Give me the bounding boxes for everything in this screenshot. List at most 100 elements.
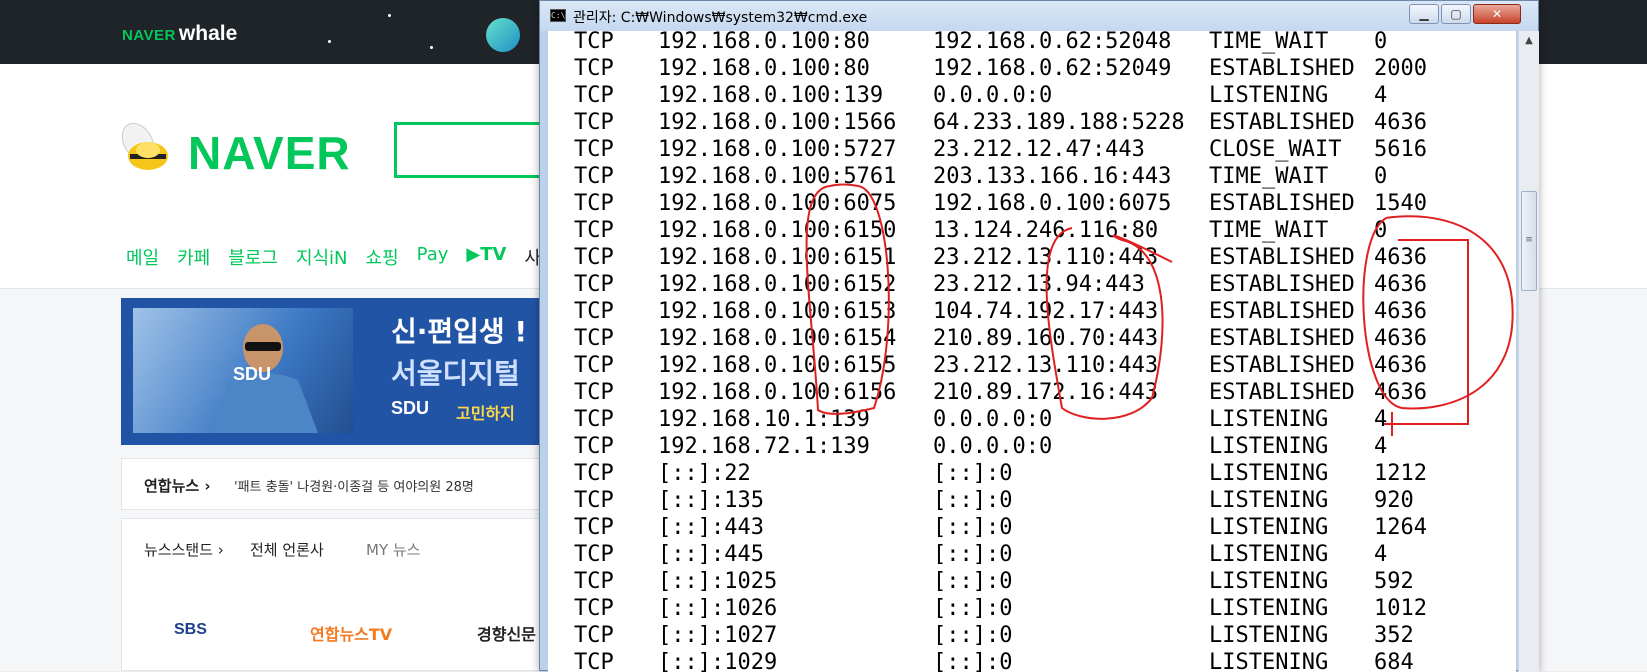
netstat-protocol: TCP	[574, 245, 614, 270]
whale-logo: NAVER whale	[122, 22, 237, 46]
nav-shopping[interactable]: 쇼핑	[366, 244, 399, 270]
window-titlebar[interactable]: C:\ 관리자: C:₩Windows₩system32₩cmd.exe ▁ ▢…	[540, 1, 1538, 31]
ad-brand-logo: SDU	[391, 398, 430, 418]
console-output[interactable]: TCP 192.168.0.100:80 192.168.0.62:52048 TIM…	[548, 31, 1516, 672]
search-input[interactable]	[394, 122, 554, 178]
netstat-protocol: TCP	[574, 137, 614, 162]
netstat-pid: 4636	[1374, 353, 1427, 378]
netstat-pid: 1540	[1374, 191, 1427, 216]
decor-star	[328, 40, 331, 43]
netstat-local-address: 192.168.0.100:6150	[658, 218, 897, 243]
netstat-protocol: TCP	[574, 407, 614, 432]
scroll-thumb[interactable]: ≡	[1521, 191, 1537, 291]
netstat-protocol: TCP	[574, 515, 614, 540]
netstat-local-address: 192.168.0.100:6075	[658, 191, 897, 216]
netstat-local-address: 192.168.0.100:6151	[658, 245, 897, 270]
netstat-protocol: TCP	[574, 542, 614, 567]
naver-mascot-icon	[121, 122, 168, 170]
netstat-pid: 4636	[1374, 245, 1427, 270]
netstat-local-address: [::]:1026	[658, 596, 778, 621]
netstat-local-address: 192.168.0.100:6156	[658, 380, 897, 405]
nav-blog[interactable]: 블로그	[228, 244, 278, 270]
maximize-button[interactable]: ▢	[1441, 4, 1471, 24]
netstat-foreign-address: 210.89.160.70:443	[933, 326, 1159, 351]
netstat-foreign-address: 210.89.172.16:443	[933, 380, 1159, 405]
netstat-foreign-address: 104.74.192.17:443	[933, 299, 1159, 324]
netstat-protocol: TCP	[574, 191, 614, 216]
netstat-foreign-address: 0.0.0.0:0	[933, 434, 1053, 459]
netstat-state: LISTENING	[1209, 542, 1329, 567]
nav-mail[interactable]: 메일	[126, 244, 159, 270]
netstat-state: LISTENING	[1209, 650, 1329, 672]
netstat-foreign-address: [::]:0	[933, 461, 1013, 486]
ad-headline: 신·편입생 !	[391, 315, 528, 348]
vertical-scrollbar[interactable]: ▲ ≡	[1518, 31, 1539, 672]
ad-tagline: 고민하지	[456, 404, 515, 423]
news-headline-link[interactable]: '패트 충돌' 나경원·이종걸 등 여야의원 28명	[234, 476, 474, 495]
tab-all-press[interactable]: 전체 언론사	[250, 539, 324, 560]
press-yonhapnewstv-logo[interactable]: 연합뉴스TV	[310, 621, 392, 645]
netstat-local-address: 192.168.10.1:139	[658, 407, 870, 432]
press-sbs-logo[interactable]: SBS	[174, 621, 207, 639]
netstat-foreign-address: 192.168.0.62:52049	[933, 56, 1172, 81]
netstat-local-address: 192.168.72.1:139	[658, 434, 870, 459]
netstat-local-address: 192.168.0.100:80	[658, 31, 870, 54]
netstat-foreign-address: 0.0.0.0:0	[933, 407, 1053, 432]
naver-logo[interactable]: NAVER	[188, 126, 351, 180]
netstat-foreign-address: 0.0.0.0:0	[933, 83, 1053, 108]
nav-tv[interactable]: ▶TV	[466, 244, 506, 270]
nav-pay[interactable]: Pay	[417, 244, 449, 270]
netstat-foreign-address: [::]:0	[933, 515, 1013, 540]
netstat-pid: 4636	[1374, 380, 1427, 405]
nav-kin[interactable]: 지식iN	[296, 244, 348, 270]
netstat-state: TIME_WAIT	[1209, 164, 1329, 189]
netstat-protocol: TCP	[574, 380, 614, 405]
news-ticker[interactable]: 연합뉴스 › '패트 충돌' 나경원·이종걸 등 여야의원 28명	[121, 458, 561, 510]
netstat-state: LISTENING	[1209, 515, 1329, 540]
nav-cafe[interactable]: 카페	[177, 244, 210, 270]
whale-logo-whale: whale	[178, 22, 238, 45]
close-button[interactable]: ✕	[1473, 4, 1521, 24]
tab-my-news[interactable]: MY 뉴스	[366, 539, 420, 560]
netstat-local-address: 192.168.0.100:6154	[658, 326, 897, 351]
netstat-local-address: 192.168.0.100:80	[658, 56, 870, 81]
netstat-local-address: 192.168.0.100:139	[658, 83, 884, 108]
netstat-pid: 1264	[1374, 515, 1427, 540]
netstat-state: ESTABLISHED	[1209, 272, 1355, 297]
netstat-pid: 4	[1374, 542, 1388, 567]
netstat-pid: 4636	[1374, 110, 1427, 135]
naver-service-nav: 메일 카페 블로그 지식iN 쇼핑 Pay ▶TV 사	[126, 244, 541, 270]
netstat-protocol: TCP	[574, 164, 614, 189]
netstat-foreign-address: 23.212.13.110:443	[933, 353, 1159, 378]
ad-banner[interactable]: SDU 신·편입생 ! 서울디지털 SDU 고민하지	[121, 298, 561, 445]
netstat-pid: 592	[1374, 569, 1414, 594]
netstat-state: ESTABLISHED	[1209, 191, 1355, 216]
netstat-local-address: [::]:22	[658, 461, 751, 486]
netstat-foreign-address: 23.212.13.110:443	[933, 245, 1159, 270]
netstat-state: LISTENING	[1209, 434, 1329, 459]
minimize-button[interactable]: ▁	[1409, 4, 1439, 24]
netstat-local-address: [::]:1025	[658, 569, 778, 594]
netstat-state: ESTABLISHED	[1209, 380, 1355, 405]
netstat-local-address: 192.168.0.100:5761	[658, 164, 897, 189]
cmd-icon[interactable]: C:\	[550, 9, 566, 22]
netstat-pid: 5616	[1374, 137, 1427, 162]
ad-photo-label: SDU	[233, 364, 272, 384]
netstat-pid: 4636	[1374, 299, 1427, 324]
netstat-local-address: 192.168.0.100:1566	[658, 110, 897, 135]
netstat-state: TIME_WAIT	[1209, 218, 1329, 243]
news-source-link[interactable]: 연합뉴스 ›	[144, 475, 211, 496]
netstat-protocol: TCP	[574, 218, 614, 243]
netstat-pid: 1212	[1374, 461, 1427, 486]
newsstand-title-link[interactable]: 뉴스스탠드 ›	[144, 539, 224, 560]
scroll-up-arrow-icon[interactable]: ▲	[1519, 31, 1539, 51]
whale-icon[interactable]	[486, 18, 520, 52]
netstat-protocol: TCP	[574, 299, 614, 324]
netstat-local-address: [::]:443	[658, 515, 764, 540]
press-kyunghyang-logo[interactable]: 경향신문	[477, 621, 536, 645]
netstat-protocol: TCP	[574, 623, 614, 648]
netstat-protocol: TCP	[574, 353, 614, 378]
netstat-foreign-address: 192.168.0.100:6075	[933, 191, 1172, 216]
netstat-protocol: TCP	[574, 596, 614, 621]
netstat-pid: 4636	[1374, 272, 1427, 297]
